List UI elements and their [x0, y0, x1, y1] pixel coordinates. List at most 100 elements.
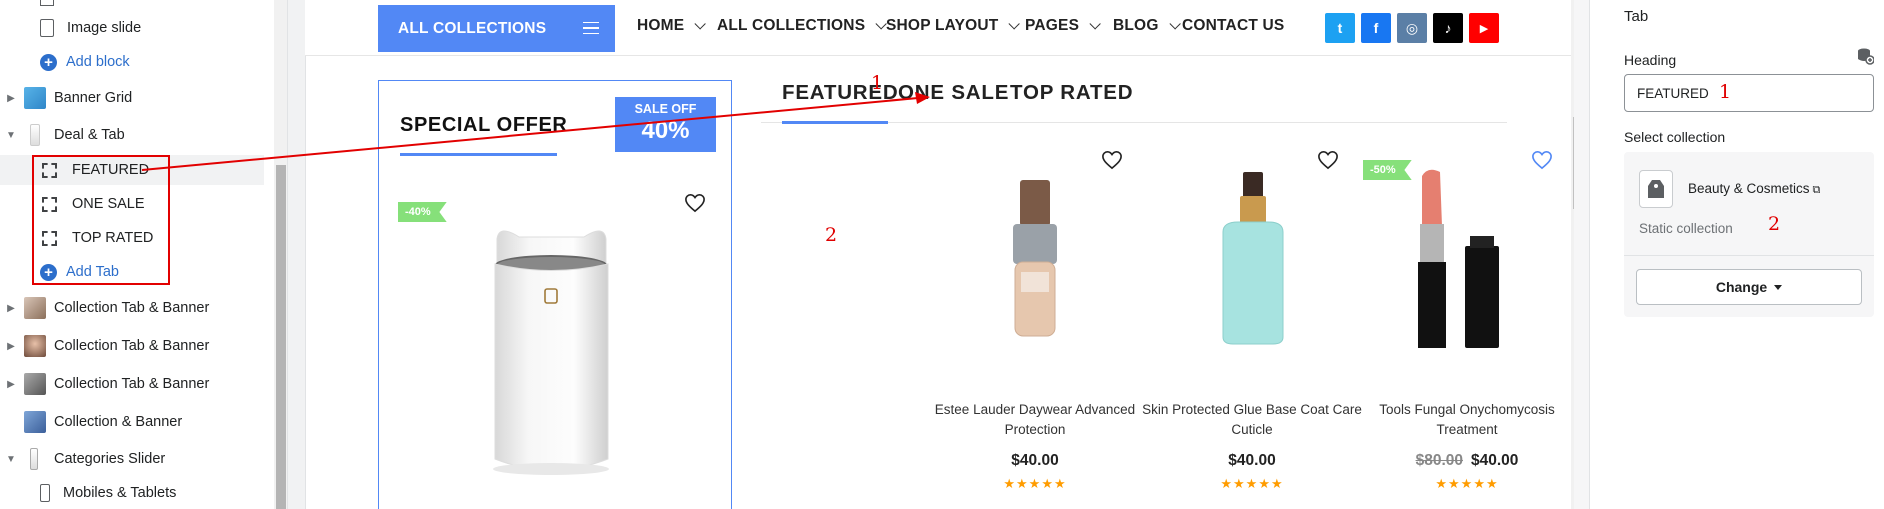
nav-label: HOME [637, 17, 685, 34]
price-value: $40.00 [1011, 452, 1059, 469]
nav-contact-us[interactable]: CONTACT US [1182, 17, 1284, 35]
collection-thumbnail [24, 297, 46, 319]
chevron-down-icon [1008, 18, 1021, 30]
annotation-number-2: 2 [1768, 213, 1781, 235]
sidebar-item-collection-tab-banner-1[interactable]: ▶ Collection Tab & Banner [4, 293, 209, 323]
chevron-down-icon [1169, 18, 1181, 30]
heart-icon[interactable] [1531, 150, 1553, 170]
sidebar-item-label: Mobiles & Tablets [63, 485, 177, 501]
sidebar-item-collection-tab-banner-3[interactable]: ▶ Collection Tab & Banner [4, 369, 209, 399]
nav-pages[interactable]: PAGES [1025, 17, 1101, 35]
sidebar-item-mobiles-tablets[interactable]: Mobiles & Tablets [40, 478, 176, 508]
caret-right-icon: ▶ [7, 92, 15, 104]
heading-input[interactable]: FEATURED 1 [1624, 74, 1874, 112]
sidebar-item-label: Categories Slider [54, 451, 166, 467]
nav-label: PAGES [1025, 17, 1080, 34]
sidebar-item-label: Banner Grid [54, 90, 133, 106]
chevron-down-icon [694, 18, 707, 30]
tab-one-sale[interactable]: ONE SALE [898, 81, 1009, 105]
image-slide-icon [40, 19, 54, 37]
sidebar-scrollbar-thumb[interactable] [276, 165, 286, 509]
lipstick-image[interactable] [1410, 166, 1515, 351]
all-collections-button[interactable]: ALL COLLECTIONS [378, 5, 615, 52]
change-collection-button[interactable]: Change [1636, 269, 1862, 305]
heading-input-value: FEATURED [1637, 85, 1709, 101]
collection-thumbnail [24, 335, 46, 357]
sale-badge-line2: 40% [641, 117, 690, 144]
annotation-box-tabs [32, 155, 170, 285]
sidebar-item-categories-slider[interactable]: ▼ Categories Slider [4, 444, 165, 474]
heart-icon[interactable] [1317, 150, 1339, 170]
nav-label: ALL COLLECTIONS [717, 17, 866, 34]
heart-icon[interactable] [1101, 150, 1123, 170]
plus-circle-icon: + [40, 53, 57, 71]
sidebar-item-deal-tab[interactable]: ▼ Deal & Tab [4, 120, 125, 150]
banner-grid-thumbnail [24, 87, 46, 109]
block-settings-panel: Tab Heading FEATURED 1 Select collection… [1589, 0, 1884, 509]
sidebar-item-label: Collection Tab & Banner [54, 300, 210, 316]
sidebar-item-collection-tab-banner-2[interactable]: ▶ Collection Tab & Banner [4, 331, 209, 361]
divider [1624, 255, 1874, 256]
all-collections-label: ALL COLLECTIONS [398, 19, 547, 37]
sale-badge: SALE OFF 40% [615, 97, 716, 152]
twitter-icon[interactable]: t [1325, 13, 1355, 43]
nav-blog[interactable]: BLOG [1113, 17, 1181, 35]
serum-bottle-image[interactable] [1213, 172, 1293, 347]
product-price: $80.00 $40.00 [1352, 452, 1574, 470]
theme-editor-sidebar: Image slide + Add block ▶ Banner Grid ▼ … [0, 0, 288, 509]
facebook-icon[interactable]: f [1361, 13, 1391, 43]
nav-shop-layout[interactable]: SHOP LAYOUT [886, 17, 1021, 35]
product-title[interactable]: Skin Protected Glue Base Coat Care Cutic… [1137, 400, 1367, 440]
special-offer-title: SPECIAL OFFER [400, 114, 568, 136]
sidebar-item-label: Collection & Banner [54, 414, 183, 430]
panel-title: Tab [1624, 8, 1649, 25]
sidebar-item-label: Collection Tab & Banner [54, 338, 210, 354]
caret-down-icon: ▼ [6, 453, 16, 465]
external-link-icon: ⧉ [1812, 184, 1821, 196]
panel-gap [1574, 0, 1589, 509]
collection-thumbnail [24, 411, 46, 433]
chevron-down-icon [1089, 18, 1101, 30]
price-value: $40.00 [1471, 452, 1519, 469]
sidebar-item-label: Deal & Tab [54, 127, 125, 143]
nav-label: BLOG [1113, 17, 1159, 34]
title-underline [400, 153, 557, 156]
rating-stars: ★★★★★ [1435, 476, 1499, 491]
youtube-icon[interactable]: ▶ [1469, 13, 1499, 43]
special-offer-card[interactable]: SPECIAL OFFER SALE OFF 40% -40% [378, 80, 732, 509]
collection-tag-icon [1639, 170, 1673, 208]
store-preview: ALL COLLECTIONS HOME ALL COLLECTIONS SHO… [305, 0, 1574, 509]
heart-icon[interactable] [684, 193, 706, 213]
sale-badge-line1: SALE OFF [634, 102, 697, 116]
sidebar-item-collection-banner[interactable]: ▶ Collection & Banner [4, 407, 182, 437]
humidifier-image[interactable] [479, 219, 624, 477]
dynamic-source-icon[interactable] [1856, 47, 1874, 65]
nav-label: SHOP LAYOUT [886, 17, 999, 34]
collection-type: Static collection [1639, 221, 1733, 236]
caret-right-icon: ▶ [7, 340, 15, 352]
sidebar-item-banner-grid[interactable]: ▶ Banner Grid [4, 83, 132, 113]
editor-gap [288, 0, 305, 509]
tab-active-indicator [782, 121, 888, 124]
foundation-bottle-image[interactable] [1005, 180, 1065, 340]
rating-stars: ★★★★★ [1220, 476, 1284, 491]
tiktok-icon[interactable]: ♪ [1433, 13, 1463, 43]
product-price: $40.00 [920, 452, 1150, 470]
price-value: $40.00 [1228, 452, 1276, 469]
heading-label: Heading [1624, 52, 1677, 68]
product-title[interactable]: Tools Fungal Onychomycosis Treatment [1352, 400, 1574, 440]
nav-home[interactable]: HOME [637, 17, 707, 35]
block-thumbnail [40, 484, 50, 502]
instagram-icon[interactable]: ◎ [1397, 13, 1427, 43]
annotation-number-1: 1 [871, 72, 884, 94]
product-title[interactable]: Estee Lauder Daywear Advanced Protection [920, 400, 1150, 440]
caret-down-icon [1774, 284, 1783, 290]
tab-top-rated[interactable]: TOP RATED [1010, 81, 1133, 105]
sidebar-item-image-slide[interactable]: Image slide [40, 13, 141, 43]
old-price-value: $80.00 [1415, 452, 1463, 469]
collection-link[interactable]: Beauty & Cosmetics ⧉ [1688, 181, 1820, 197]
deal-tab-thumbnail [30, 124, 40, 146]
nav-all-collections[interactable]: ALL COLLECTIONS [717, 17, 888, 35]
add-block-button[interactable]: + Add block [40, 47, 130, 77]
hamburger-icon [583, 22, 599, 34]
